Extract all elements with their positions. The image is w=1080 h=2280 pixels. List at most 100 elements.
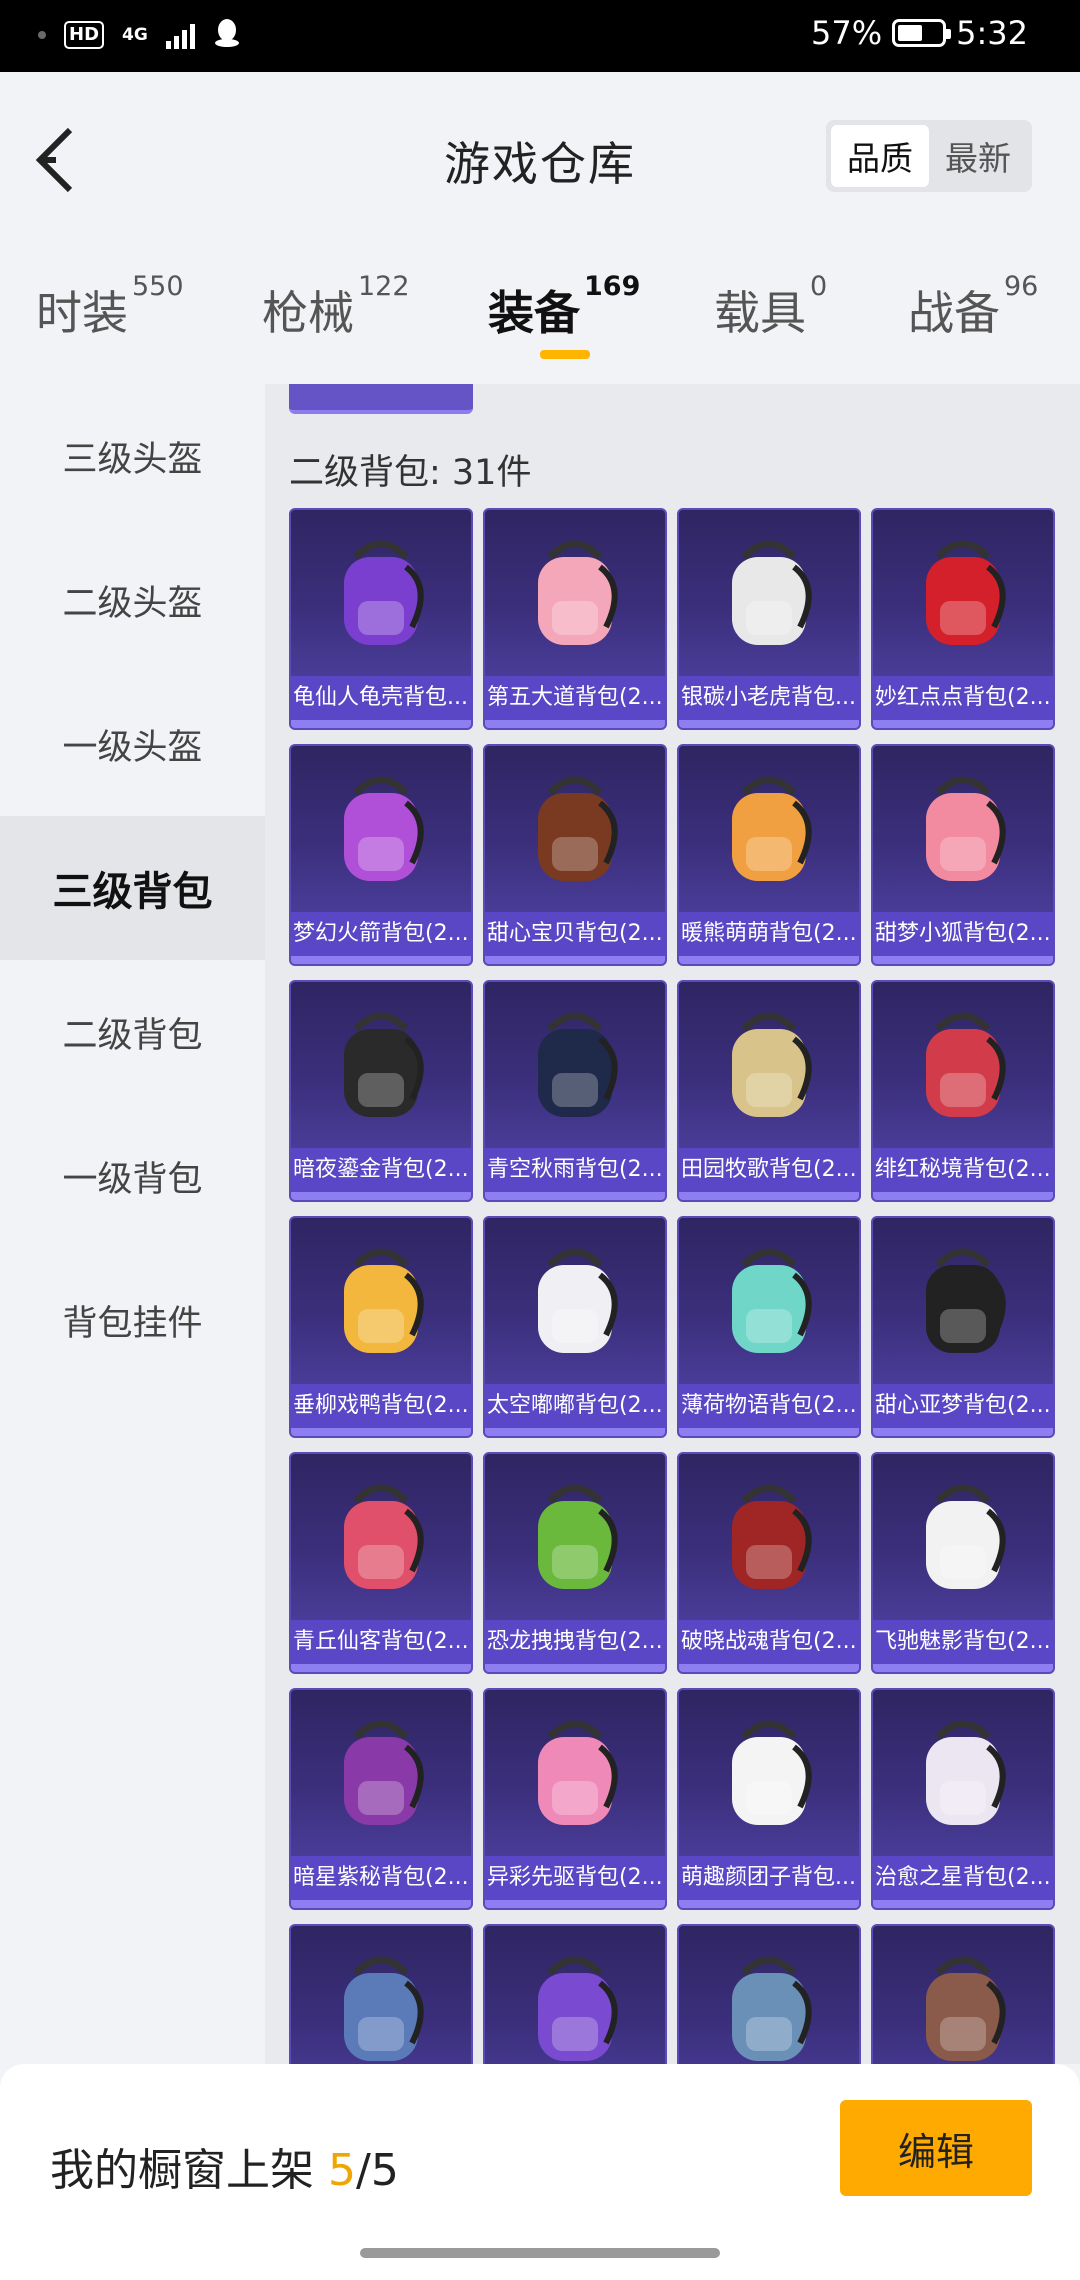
item-card[interactable]: 梦幻火箭背包(2... [289,744,473,966]
showcase-status: 我的橱窗上架 5/5 [50,2134,399,2198]
item-name: 萌趣颜团子背包... [679,1856,859,1900]
item-card[interactable]: 第五大道背包(2... [483,508,667,730]
item-name: 田园牧歌背包(2... [679,1148,859,1192]
item-card[interactable] [289,1924,473,2064]
item-quality-stripe [679,1428,859,1436]
striped-red-backpack-icon [873,982,1053,1146]
hd-badge: HD [64,21,105,49]
previous-item-card[interactable] [289,384,473,414]
ladybug-backpack-icon [873,510,1053,674]
item-card[interactable]: 青空秋雨背包(2... [483,980,667,1202]
showcase-total: 5 [370,2145,399,2196]
item-card[interactable]: 垂柳戏鸭背包(2... [289,1216,473,1438]
item-card[interactable]: 银碳小老虎背包... [677,508,861,730]
tab-supplies[interactable]: 战备 96 [908,271,1038,343]
item-card[interactable]: 龟仙人龟壳背包... [289,508,473,730]
notification-dot-icon [38,31,46,39]
tab-count: 169 [584,271,641,302]
battery-percent: 57% [811,14,883,52]
item-name: 甜心宝贝背包(2... [485,912,665,956]
item-card[interactable] [871,1924,1055,2064]
sidebar-item-helmet-lv3[interactable]: 三级头盔 [0,384,265,528]
item-card[interactable]: 暖熊萌萌背包(2... [677,744,861,966]
navy-backpack-icon [485,982,665,1146]
item-quality-stripe [679,956,859,964]
item-name: 暖熊萌萌背包(2... [679,912,859,956]
battery-fill [898,25,923,41]
item-card[interactable]: 破晓战魂背包(2... [677,1452,861,1674]
tab-label: 战备 [908,286,1000,340]
sidebar-item-helmet-lv1[interactable]: 一级头盔 [0,672,265,816]
home-indicator[interactable] [360,2248,720,2258]
pink-fox-backpack-icon [873,746,1053,910]
cupcake-backpack-icon [485,746,665,910]
item-quality-stripe [873,1900,1053,1908]
item-card[interactable]: 恐龙拽拽背包(2... [483,1452,667,1674]
item-card[interactable]: 治愈之星背包(2... [871,1688,1055,1910]
item-name: 破晓战魂背包(2... [679,1620,859,1664]
item-card[interactable] [483,1924,667,2064]
edit-button[interactable]: 编辑 [840,2100,1032,2196]
black-cat-backpack-icon [873,1218,1053,1382]
dark-warrior-backpack-icon [679,1454,859,1618]
item-card[interactable]: 田园牧歌背包(2... [677,980,861,1202]
tab-guns[interactable]: 枪械 122 [262,271,410,343]
item-card[interactable]: 太空嘟嘟背包(2... [483,1216,667,1438]
sort-option-newest[interactable]: 最新 [929,125,1027,187]
item-quality-stripe [291,720,471,728]
tab-label: 枪械 [262,286,354,340]
item-quality-stripe [873,1192,1053,1200]
sidebar-item-helmet-lv2[interactable]: 二级头盔 [0,528,265,672]
sidebar-item-backpack-lv3[interactable]: 三级背包 [0,816,265,960]
item-name: 飞驰魅影背包(2... [873,1620,1053,1664]
purple-armor-backpack-icon [291,1690,471,1854]
item-content[interactable]: 二级背包: 31件 龟仙人龟壳背包... 第五大道背包(2... 银碳小老虎背包..… [265,384,1080,2064]
item-name: 异彩先驱背包(2... [485,1856,665,1900]
doodle-backpack-icon [485,1690,665,1854]
white-pink-backpack-icon [873,1690,1053,1854]
item-card[interactable] [677,1924,861,2064]
item-card[interactable]: 青丘仙客背包(2... [289,1452,473,1674]
tab-fashion[interactable]: 时装 550 [36,271,184,343]
item-name: 甜心亚梦背包(2... [873,1384,1053,1428]
item-name: 薄荷物语背包(2... [679,1384,859,1428]
item-name: 恐龙拽拽背包(2... [485,1620,665,1664]
item-card[interactable]: 异彩先驱背包(2... [483,1688,667,1910]
item-card[interactable]: 萌趣颜团子背包... [677,1688,861,1910]
item-quality-stripe [291,956,471,964]
sort-option-quality[interactable]: 品质 [831,125,929,187]
item-card[interactable]: 暗星紫秘背包(2... [289,1688,473,1910]
pink-handbag-backpack-icon [485,510,665,674]
item-card[interactable]: 薄荷物语背包(2... [677,1216,861,1438]
sidebar-item-backpack-lv2[interactable]: 二级背包 [0,960,265,1104]
item-quality-stripe [485,720,665,728]
picnic-basket-backpack-icon [679,982,859,1146]
monster-backpack-icon [485,1926,665,2064]
tiger-backpack-icon [679,510,859,674]
item-quality-stripe [873,1428,1053,1436]
item-card[interactable]: 甜梦小狐背包(2... [871,744,1055,966]
tab-equipment[interactable]: 装备 169 [488,271,640,343]
item-card[interactable]: 妙红点点背包(2... [871,508,1055,730]
rocket-backpack-icon [291,746,471,910]
item-card[interactable]: 甜心宝贝背包(2... [483,744,667,966]
turtle-shell-backpack-icon [291,510,471,674]
denim-backpack-icon [679,1926,859,2064]
sidebar-item-backpack-charm[interactable]: 背包挂件 [0,1248,265,1392]
dino-hood-backpack-icon [485,1454,665,1618]
tab-count: 0 [810,271,828,302]
tab-vehicles[interactable]: 载具 0 [714,271,827,343]
item-card[interactable]: 飞驰魅影背包(2... [871,1452,1055,1674]
status-left: HD 4G [38,18,241,52]
item-card[interactable]: 绯红秘境背包(2... [871,980,1055,1202]
tab-count: 550 [132,271,184,302]
item-card[interactable]: 甜心亚梦背包(2... [871,1216,1055,1438]
item-card[interactable]: 暗夜鎏金背包(2... [289,980,473,1202]
item-name: 治愈之星背包(2... [873,1856,1053,1900]
network-type: 4G [122,25,148,45]
sidebar-item-backpack-lv1[interactable]: 一级背包 [0,1104,265,1248]
item-quality-stripe [873,720,1053,728]
item-quality-stripe [679,1664,859,1672]
fox-basket-backpack-icon [679,746,859,910]
qq-icon [213,18,241,52]
